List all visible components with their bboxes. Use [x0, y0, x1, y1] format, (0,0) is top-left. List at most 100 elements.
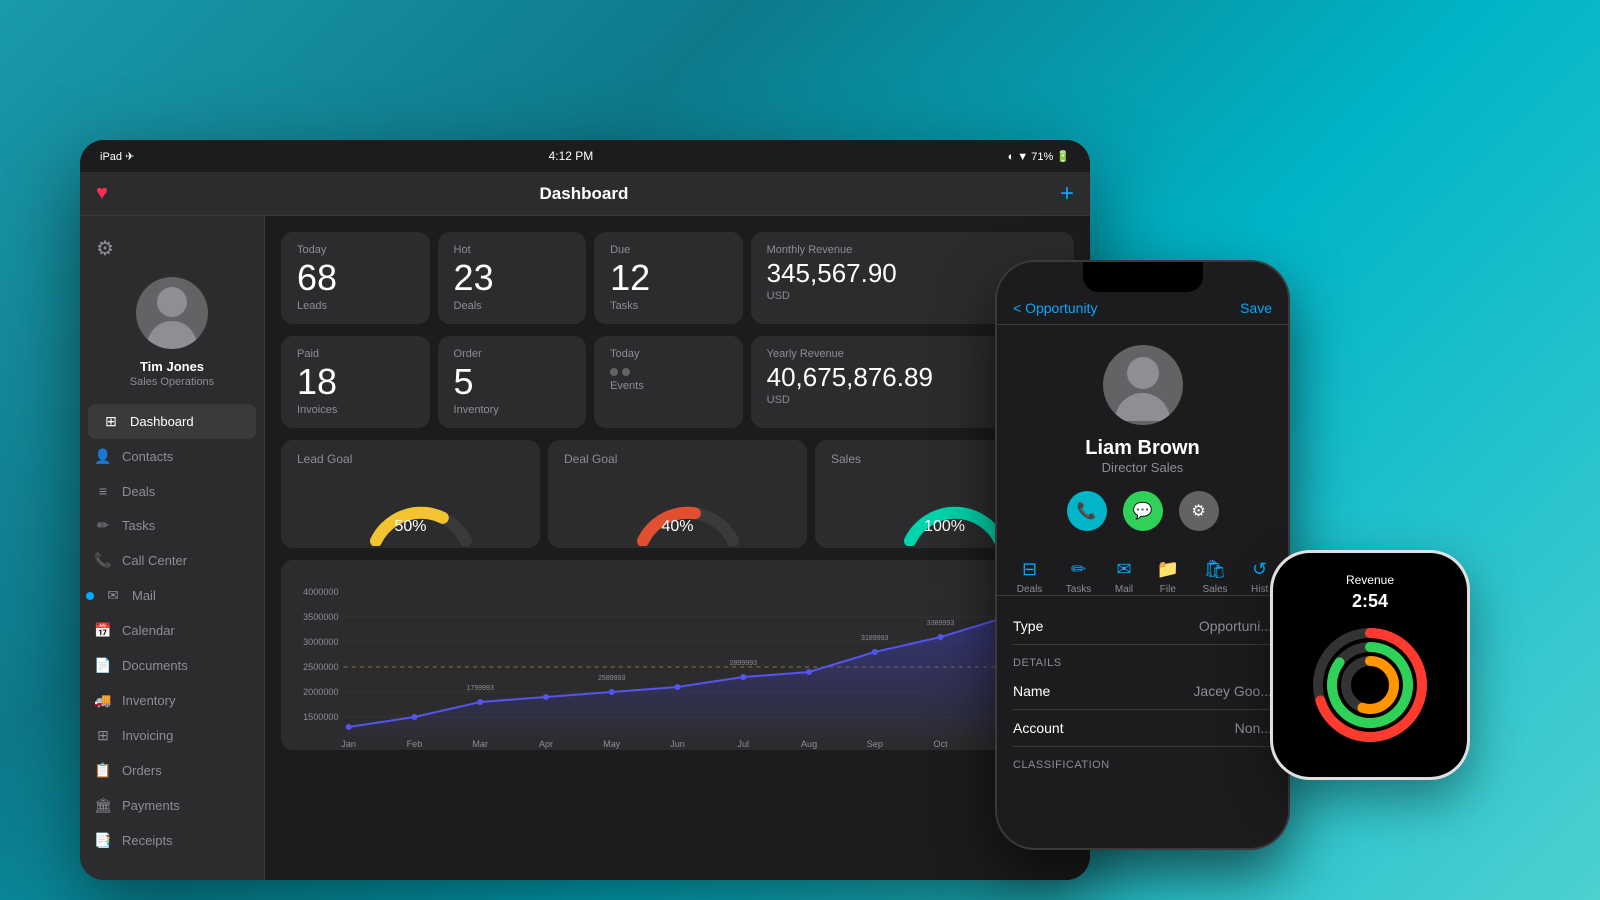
sidebar-label-dashboard: Dashboard	[130, 414, 194, 429]
tablet-nav-bar: ♥ Dashboard +	[80, 172, 1090, 216]
svg-text:Sep: Sep	[867, 739, 883, 749]
sidebar-item-receipts[interactable]: 📑 Receipts	[80, 823, 264, 858]
watch-screen: Revenue 2:54	[1273, 553, 1467, 777]
svg-text:2899993: 2899993	[730, 660, 758, 667]
phone-tab-file[interactable]: 📁 File	[1157, 559, 1179, 595]
sidebar-item-dashboard[interactable]: ⊞ Dashboard	[88, 404, 256, 439]
tab-sales-icon: 🛍	[1204, 559, 1227, 580]
sidebar-item-contacts[interactable]: 👤 Contacts	[80, 439, 264, 474]
stat-events-dots	[610, 368, 727, 376]
phone-nav: < Opportunity Save	[997, 292, 1288, 325]
sidebar: ⚙ Tim Jones Sales Operations ⊞ Dashboard…	[80, 216, 265, 880]
svg-text:3189993: 3189993	[861, 635, 889, 642]
sidebar-item-call-center[interactable]: 📞 Call Center	[80, 543, 264, 578]
stat-inventory-value: 5	[454, 364, 571, 400]
nav-plus-button[interactable]: +	[1060, 180, 1074, 208]
sidebar-item-payments[interactable]: 🏛 Payments	[80, 788, 264, 823]
avatar-image	[136, 277, 208, 349]
stat-tasks-sublabel: Tasks	[610, 300, 727, 312]
phone-tab-sales[interactable]: 🛍 Sales	[1203, 559, 1228, 595]
type-value: Opportuni...	[1199, 618, 1272, 634]
calendar-icon: 📅	[94, 622, 112, 639]
tab-deals-icon: ⊟	[1022, 559, 1037, 580]
sidebar-item-documents[interactable]: 📄 Documents	[80, 648, 264, 683]
svg-text:2500000: 2500000	[303, 662, 338, 672]
phone-avatar-image	[1103, 345, 1183, 425]
stat-inventory: Order 5 Inventory	[438, 336, 587, 428]
sidebar-label-deals: Deals	[122, 484, 155, 499]
phone-settings-button[interactable]: ⚙	[1179, 491, 1219, 531]
sidebar-label-documents: Documents	[122, 658, 188, 673]
sidebar-item-mail[interactable]: ✉ Mail	[80, 578, 264, 613]
sidebar-item-calendar[interactable]: 📅 Calendar	[80, 613, 264, 648]
gauge-lead-label: 50%	[394, 518, 426, 536]
tasks-icon: ✏	[94, 517, 112, 534]
phone-save-button[interactable]: Save	[1240, 300, 1272, 316]
stat-inventory-sublabel: Inventory	[454, 404, 571, 416]
sidebar-item-inventory[interactable]: 🚚 Inventory	[80, 683, 264, 718]
phone-tab-deals[interactable]: ⊟ Deals	[1017, 559, 1043, 595]
phone-tab-tasks[interactable]: ✏ Tasks	[1066, 559, 1092, 595]
svg-text:3389993: 3389993	[927, 620, 955, 627]
detail-name-row: Name Jacey Goo...	[1013, 673, 1272, 710]
stat-today2-label: Today	[610, 348, 727, 360]
phone-tab-hist[interactable]: ↺ Hist	[1251, 559, 1268, 595]
sidebar-user-role: Sales Operations	[130, 376, 214, 388]
stat-invoices-sublabel: Invoices	[297, 404, 414, 416]
phone-contact-role: Director Sales	[997, 460, 1288, 475]
gauge-sales-label: 100%	[924, 518, 965, 536]
phone-avatar-head	[1127, 357, 1159, 389]
type-label: Type	[1013, 618, 1043, 634]
gauge-deal-title: Deal Goal	[564, 452, 617, 466]
status-time: 4:12 PM	[549, 149, 594, 163]
tab-tasks-label: Tasks	[1066, 584, 1092, 595]
nav-title: Dashboard	[540, 184, 629, 204]
tab-tasks-icon: ✏	[1071, 559, 1086, 580]
tab-file-label: File	[1160, 584, 1176, 595]
tab-deals-label: Deals	[1017, 584, 1043, 595]
phone-call-button[interactable]: 📞	[1067, 491, 1107, 531]
dot-1	[610, 368, 618, 376]
sidebar-label-contacts: Contacts	[122, 449, 173, 464]
sidebar-label-orders: Orders	[122, 763, 162, 778]
phone-avatar-body	[1115, 393, 1170, 421]
sidebar-item-orders[interactable]: 📋 Orders	[80, 753, 264, 788]
gear-icon[interactable]: ⚙	[96, 236, 114, 261]
phone-content: < Opportunity Save Liam Brown Director S…	[997, 262, 1288, 848]
account-value: Non...	[1235, 720, 1272, 736]
dot-2	[622, 368, 630, 376]
stats-row-2: Paid 18 Invoices Order 5 Inventory Today…	[281, 336, 1074, 428]
watch-ring-svg	[1305, 620, 1435, 750]
stat-monthly-label: Monthly Revenue	[767, 244, 1058, 256]
gauge-lead-title: Lead Goal	[297, 452, 352, 466]
sidebar-label-mail: Mail	[132, 588, 156, 603]
avatar-head	[157, 287, 187, 317]
phone-tab-mail[interactable]: ✉ Mail	[1115, 559, 1133, 595]
svg-text:1500000: 1500000	[303, 712, 338, 722]
phone-back-button[interactable]: < Opportunity	[1013, 300, 1097, 316]
sidebar-label-receipts: Receipts	[122, 833, 173, 848]
tab-mail-label: Mail	[1115, 584, 1133, 595]
sidebar-item-tasks[interactable]: ✏ Tasks	[80, 508, 264, 543]
receipts-icon: 📑	[94, 832, 112, 849]
main-content: Today 68 Leads Hot 23 Deals Due 12 Tasks…	[265, 216, 1090, 880]
watch: Revenue 2:54	[1270, 550, 1470, 780]
mail-badge	[86, 592, 94, 600]
deals-icon: ≡	[94, 483, 112, 499]
sidebar-item-deals[interactable]: ≡ Deals	[80, 474, 264, 508]
tablet-status-bar: iPad ✈ 4:12 PM ◐ ▼ 71% 🔋	[80, 140, 1090, 172]
payments-icon: 🏛	[94, 797, 112, 814]
classification-section-header: CLASSIFICATION	[1013, 759, 1272, 771]
avatar-body	[147, 321, 197, 349]
phone-avatar	[1103, 345, 1183, 425]
phone-contact-name: Liam Brown	[997, 437, 1288, 460]
stat-deals: Hot 23 Deals	[438, 232, 587, 324]
svg-text:Aug: Aug	[801, 739, 817, 749]
documents-icon: 📄	[94, 657, 112, 674]
gauge-deal-goal: Deal Goal 40%	[548, 440, 807, 548]
battery-status: ◐ ▼ 71% 🔋	[1008, 150, 1070, 163]
stat-leads-value: 68	[297, 260, 414, 296]
sidebar-label-call-center: Call Center	[122, 553, 187, 568]
sidebar-item-invoicing[interactable]: ⊞ Invoicing	[80, 718, 264, 753]
phone-message-button[interactable]: 💬	[1123, 491, 1163, 531]
